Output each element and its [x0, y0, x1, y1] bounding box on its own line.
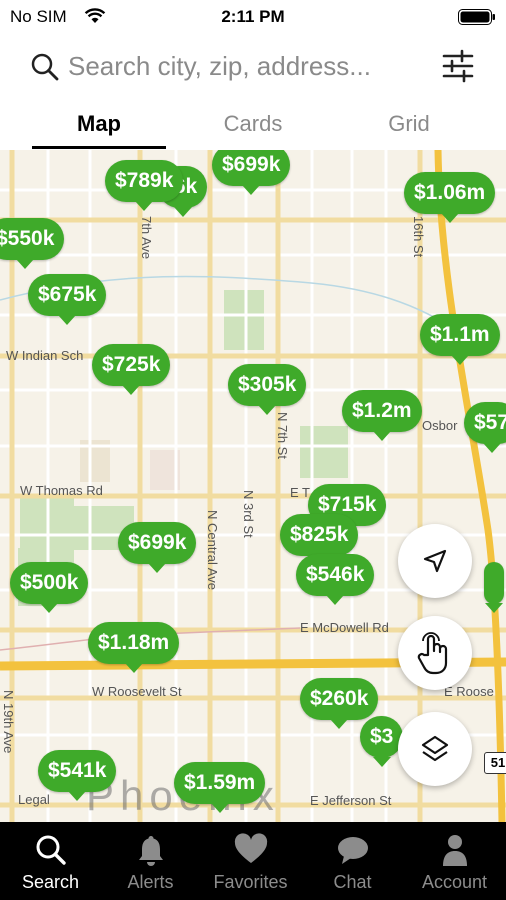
tabbar-label: Alerts [127, 872, 174, 892]
layers-icon [421, 735, 449, 762]
search-input[interactable] [64, 46, 437, 86]
price-pin[interactable]: $1.1m [420, 314, 500, 365]
tab-cards[interactable]: Cards [186, 100, 320, 150]
map-view[interactable]: W Indian Sch W Thomas Rd E T E McDowell … [0, 150, 506, 822]
price-pin[interactable]: $546k [296, 554, 375, 605]
tab-grid[interactable]: Grid [342, 100, 476, 150]
battery-icon [458, 9, 495, 25]
view-tabs: Map Cards Grid [0, 100, 506, 150]
road-label-w-roosevelt: W Roosevelt St [92, 684, 182, 699]
price-pin[interactable]: $699k [212, 150, 291, 195]
road-label-w-indian-school: W Indian Sch [6, 348, 84, 363]
hand-pointer-icon [417, 632, 448, 675]
person-icon [442, 835, 467, 866]
bell-icon [138, 836, 163, 866]
heart-icon [234, 833, 267, 863]
tabbar-alerts[interactable]: Alerts [100, 822, 201, 900]
price-pin[interactable]: $1.06m [404, 172, 496, 223]
legal-link[interactable]: Legal [18, 792, 50, 807]
price-pin[interactable]: $825k [280, 514, 359, 565]
search-icon [36, 835, 66, 865]
price-pin[interactable]: $1.59m [174, 762, 266, 813]
tabbar-account[interactable]: Account [404, 822, 505, 900]
current-location-button[interactable] [398, 524, 472, 598]
status-bar: No SIM 2:11 PM [0, 0, 506, 34]
price-pin[interactable]: $725k [92, 344, 171, 395]
tabbar-search[interactable]: Search [0, 822, 101, 900]
price-pin[interactable]: $57 [464, 402, 506, 453]
tabbar-label: Favorites [213, 872, 288, 892]
tabbar-label: Account [421, 872, 488, 892]
active-tab-indicator [32, 146, 166, 149]
price-pin[interactable]: $1.2m [342, 390, 422, 441]
price-pin[interactable]: $541k [38, 750, 117, 801]
search-bar [0, 36, 506, 100]
price-pin[interactable]: $3 [360, 716, 404, 767]
road-label-e-roosevelt: E Roose [444, 684, 494, 699]
tabbar-label: Search [21, 872, 80, 892]
bottom-tab-bar: Search Alerts Favorites Chat Account [0, 822, 506, 900]
road-label-n-central-ave: N Central Ave [205, 510, 220, 590]
price-pin[interactable]: $675k [28, 274, 107, 325]
price-pin[interactable]: $500k [10, 562, 89, 613]
road-label-e-thomas: E T [290, 485, 310, 500]
price-pin[interactable]: $260k [300, 678, 379, 729]
search-icon [31, 53, 59, 81]
road-label-n-7th-st: N 7th St [275, 412, 290, 459]
map-layers-button[interactable] [398, 712, 472, 786]
road-label-osborn: Osbor [422, 418, 458, 433]
tabbar-chat[interactable]: Chat [302, 822, 403, 900]
price-pin[interactable]: $699k [118, 522, 197, 573]
navigation-arrow-icon [423, 549, 447, 573]
road-label-7th-ave: 7th Ave [139, 216, 154, 260]
price-pin-partial[interactable] [484, 562, 504, 613]
road-label-e-jefferson: E Jefferson St [310, 793, 392, 808]
road-label-e-mcdowell: E McDowell Rd [300, 620, 389, 635]
filter-sliders-icon[interactable] [440, 48, 476, 84]
road-label-n-19th-ave: N 19th Ave [1, 690, 16, 754]
tab-map[interactable]: Map [32, 100, 166, 150]
chat-icon [337, 837, 368, 864]
price-pin[interactable]: $789k [105, 160, 184, 211]
tabbar-favorites[interactable]: Favorites [200, 822, 301, 900]
price-pin[interactable]: $305k [228, 364, 307, 415]
highway-shield: 51 [484, 752, 506, 774]
draw-area-button[interactable] [398, 616, 472, 690]
price-pin[interactable]: $1.18m [88, 622, 180, 673]
road-label-16th-st: 16th St [411, 216, 426, 258]
price-pin[interactable]: $550k [0, 218, 65, 269]
road-label-n-3rd-st: N 3rd St [241, 490, 256, 538]
tabbar-label: Chat [333, 872, 372, 892]
road-label-w-thomas: W Thomas Rd [20, 483, 103, 498]
clock: 2:11 PM [221, 7, 285, 26]
